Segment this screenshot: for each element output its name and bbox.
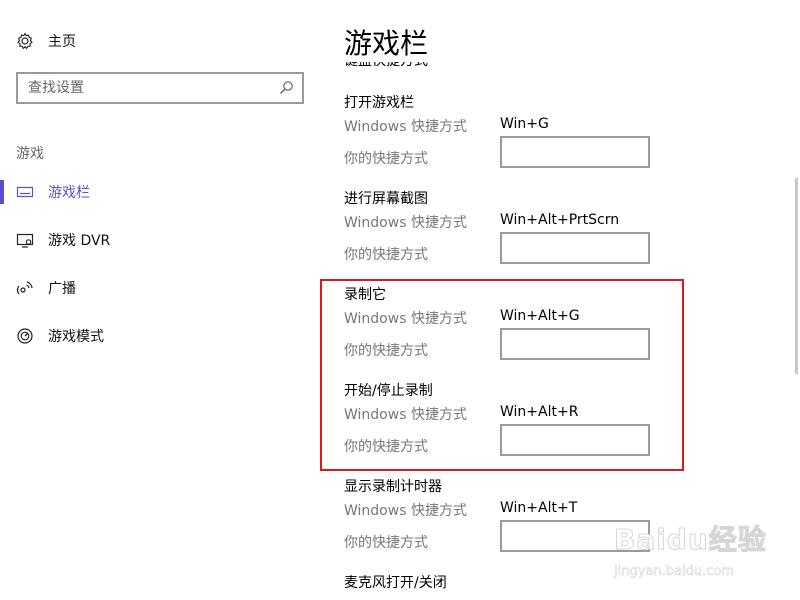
game-dvr-icon [16, 231, 34, 249]
gear-icon [16, 32, 34, 50]
sidebar-item-game-dvr[interactable]: 游戏 DVR [0, 222, 320, 258]
game-bar-icon [16, 183, 34, 201]
windows-shortcut-value: Win+Alt+PrtScrn [500, 212, 620, 228]
windows-shortcut-row: Windows 快捷方式 Win+Alt+PrtScrn [344, 212, 619, 232]
your-shortcut-field[interactable] [500, 232, 650, 264]
search-icon[interactable] [278, 80, 294, 96]
windows-shortcut-row: Windows 快捷方式 Win+Alt+G [344, 308, 580, 328]
shortcut-title: 显示录制计时器 [344, 479, 442, 495]
watermark-logo: Baidu经验 [614, 523, 767, 557]
active-indicator [0, 180, 4, 204]
windows-shortcut-row: Windows 快捷方式 Win+Alt+T [344, 500, 577, 520]
your-shortcut-field[interactable] [500, 136, 650, 168]
sidebar-item-game-bar[interactable]: 游戏栏 [0, 174, 320, 210]
windows-shortcut-value: Win+Alt+G [500, 308, 580, 324]
shortcut-title: 打开游戏栏 [344, 95, 414, 111]
page-title: 游戏栏 [344, 22, 439, 62]
home-link[interactable]: 主页 [16, 30, 76, 52]
sidebar-item-label: 广播 [48, 281, 76, 297]
windows-shortcut-value: Win+Alt+R [500, 404, 579, 420]
your-shortcut-field[interactable] [500, 424, 650, 456]
shortcut-title: 录制它 [344, 287, 386, 303]
windows-shortcut-label: Windows 快捷方式 [344, 215, 467, 231]
broadcast-icon [16, 279, 34, 297]
sidebar-item-game-mode[interactable]: 游戏模式 [0, 318, 320, 354]
shortcut-title: 进行屏幕截图 [344, 191, 428, 207]
scrollbar[interactable] [795, 178, 798, 374]
your-shortcut-label: 你的快捷方式 [344, 247, 428, 263]
search-box [16, 72, 304, 104]
your-shortcut-label: 你的快捷方式 [344, 151, 428, 167]
shortcut-title: 麦克风打开/关闭 [344, 575, 447, 591]
windows-shortcut-label: Windows 快捷方式 [344, 503, 467, 519]
windows-shortcut-label: Windows 快捷方式 [344, 119, 467, 135]
your-shortcut-label: 你的快捷方式 [344, 535, 428, 551]
search-input[interactable] [18, 74, 268, 102]
windows-shortcut-value: Win+G [500, 116, 549, 132]
your-shortcut-label: 你的快捷方式 [344, 343, 428, 359]
windows-shortcut-row: Windows 快捷方式 Win+Alt+R [344, 404, 578, 424]
section-label-gaming: 游戏 [16, 146, 44, 162]
windows-shortcut-label: Windows 快捷方式 [344, 311, 467, 327]
game-mode-icon [16, 327, 34, 345]
sidebar-item-label: 游戏栏 [48, 185, 90, 201]
windows-shortcut-row: Windows 快捷方式 Win+G [344, 116, 549, 136]
watermark-url: jingyan.baidu.com [614, 564, 735, 580]
windows-shortcut-value: Win+Alt+T [500, 500, 578, 516]
sidebar-item-label: 游戏 DVR [48, 233, 111, 249]
windows-shortcut-label: Windows 快捷方式 [344, 407, 467, 423]
sidebar-item-broadcast[interactable]: 广播 [0, 270, 320, 306]
shortcut-title: 开始/停止录制 [344, 383, 433, 399]
sidebar-item-label: 游戏模式 [48, 329, 104, 345]
baidu-watermark: Baidu经验 jingyan.baidu.com [610, 510, 790, 590]
home-label: 主页 [48, 34, 76, 50]
your-shortcut-field[interactable] [500, 328, 650, 360]
your-shortcut-label: 你的快捷方式 [344, 439, 428, 455]
sidebar: 主页 游戏 游戏栏 游戏 DVR [0, 0, 320, 600]
